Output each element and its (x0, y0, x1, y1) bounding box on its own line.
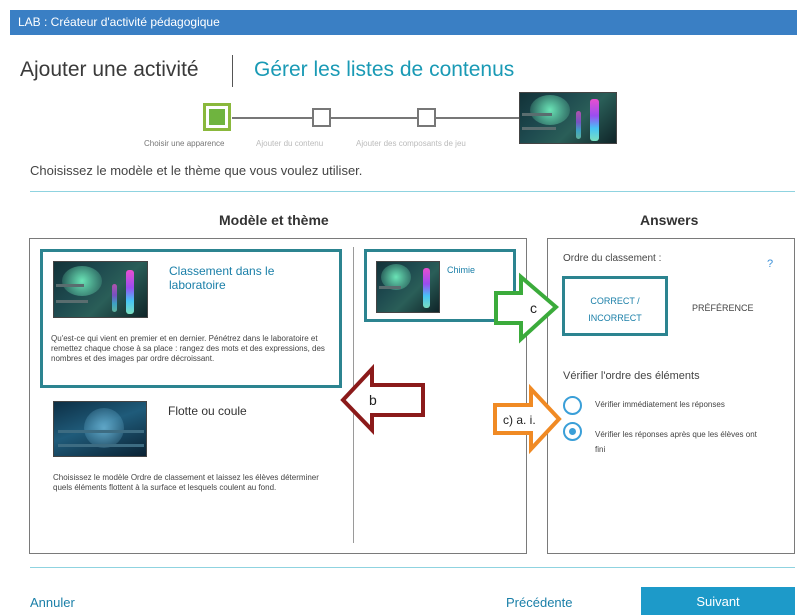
annotation-arrow-c: c (494, 272, 560, 344)
next-button[interactable]: Suivant (641, 587, 795, 615)
annotation-c-label: c (530, 300, 537, 316)
annotation-arrow-cai: c) a. i. (493, 383, 562, 455)
annotation-arrow-b: b (340, 363, 425, 435)
annotation-cai-label: c) a. i. (503, 413, 536, 427)
footer-divider (30, 567, 795, 568)
previous-button[interactable]: Précédente (506, 595, 573, 610)
cancel-button[interactable]: Annuler (30, 595, 75, 610)
annotation-overlay: b c c) a. i. (340, 272, 562, 455)
annotation-b-label: b (369, 392, 377, 408)
